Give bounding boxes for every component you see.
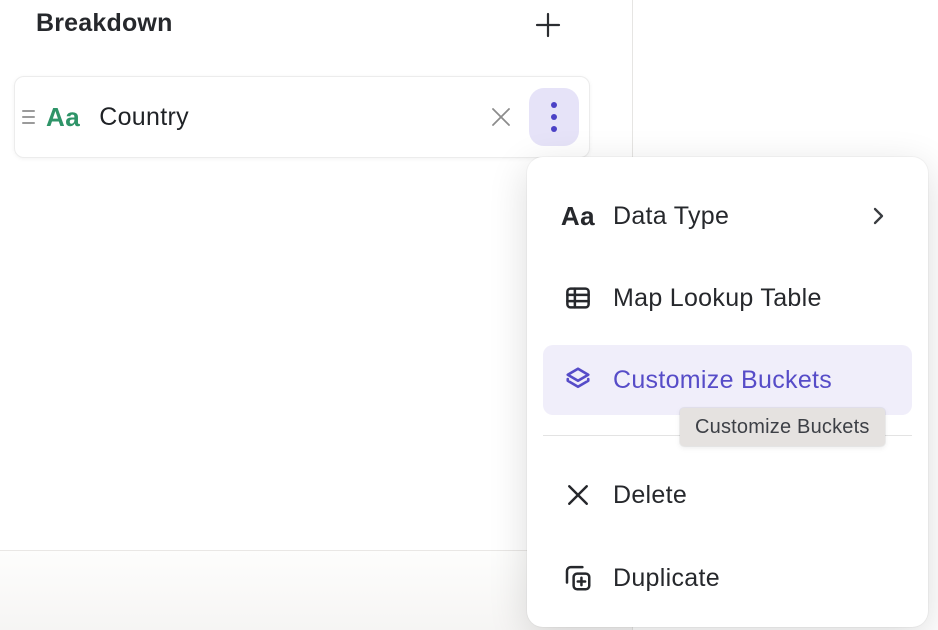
drag-handle-icon[interactable]: [22, 110, 35, 124]
add-breakdown-button[interactable]: [529, 6, 567, 44]
menu-item-label: Customize Buckets: [613, 366, 832, 395]
text-type-icon: Aa: [560, 198, 596, 234]
menu-item-label: Delete: [613, 481, 687, 510]
field-name: Country: [99, 103, 189, 132]
menu-item-label: Data Type: [613, 202, 729, 231]
table-icon: [560, 280, 596, 316]
menu-item-label: Duplicate: [613, 564, 720, 593]
chevron-right-icon: [868, 204, 888, 228]
plus-icon: [533, 10, 563, 40]
tooltip: Customize Buckets: [680, 408, 885, 446]
x-icon: [560, 477, 596, 513]
field-menu-button[interactable]: [529, 88, 579, 146]
breakdown-field-card: Aa Country: [14, 76, 590, 158]
field-context-menu: Aa Data Type Map Lookup Table Cust: [527, 157, 928, 627]
menu-item-map-lookup-table[interactable]: Map Lookup Table: [543, 263, 912, 333]
remove-field-button[interactable]: [483, 99, 519, 135]
stack-icon: [560, 362, 596, 398]
menu-item-duplicate[interactable]: Duplicate: [543, 543, 912, 613]
copy-plus-icon: [560, 560, 596, 596]
menu-item-label: Map Lookup Table: [613, 284, 822, 313]
menu-item-delete[interactable]: Delete: [543, 460, 912, 530]
menu-item-customize-buckets[interactable]: Customize Buckets: [543, 345, 912, 415]
kebab-menu-icon: [551, 102, 557, 132]
close-icon: [488, 104, 514, 130]
text-type-icon: Aa: [46, 102, 80, 133]
menu-item-data-type[interactable]: Aa Data Type: [543, 181, 912, 251]
panel-title: Breakdown: [36, 9, 173, 38]
